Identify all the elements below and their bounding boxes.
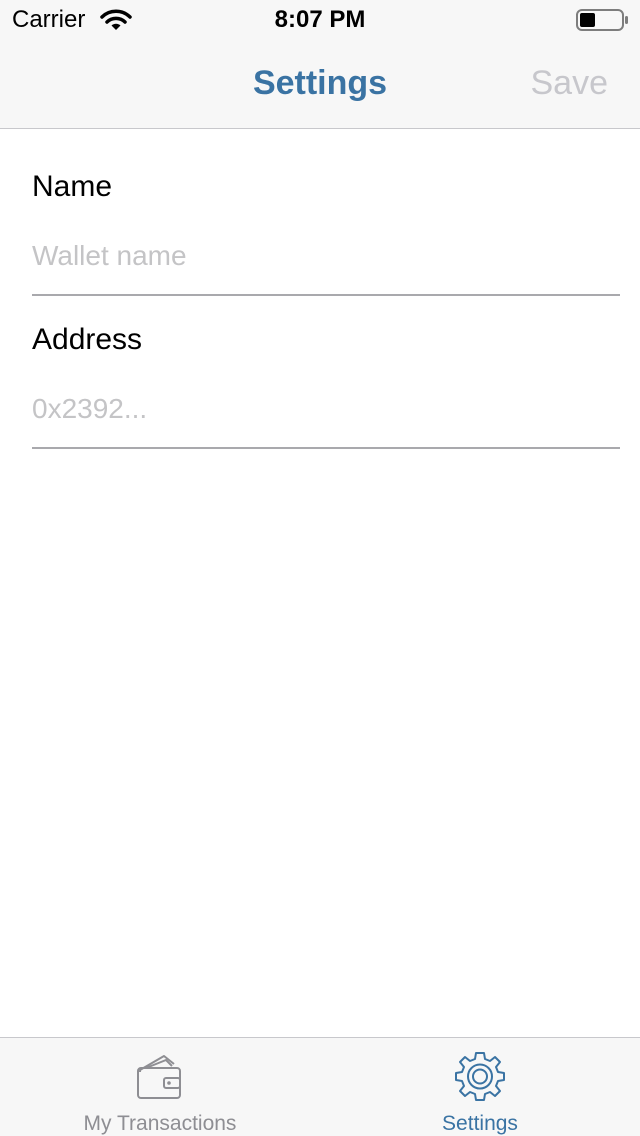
address-label: Address: [32, 323, 143, 356]
name-label: Name: [32, 170, 113, 203]
tab-my-transactions[interactable]: My Transactions: [0, 1038, 320, 1136]
gear-icon: [455, 1052, 505, 1101]
tab-label-settings: Settings: [442, 1112, 518, 1135]
wallet-name-input[interactable]: [32, 234, 620, 278]
tab-label-my-transactions: My Transactions: [83, 1112, 237, 1135]
tab-settings[interactable]: Settings: [320, 1038, 640, 1136]
address-field-group: Address: [32, 321, 620, 451]
status-bar: Carrier 8:07 PM: [0, 0, 640, 40]
status-time: 8:07 PM: [274, 6, 366, 33]
settings-screen: Carrier 8:07 PM Settings Save Name Addre…: [0, 0, 640, 1136]
address-input[interactable]: [32, 387, 620, 431]
wallet-icon: [137, 1055, 181, 1099]
battery-icon: [576, 9, 628, 31]
address-field-underline: [32, 447, 620, 449]
name-field-underline: [32, 294, 620, 296]
tab-bar: My Transactions Settings: [0, 1037, 640, 1136]
save-button[interactable]: Save: [531, 64, 609, 103]
navigation-bar: Settings Save: [0, 40, 640, 129]
name-field-group: Name: [32, 168, 620, 298]
